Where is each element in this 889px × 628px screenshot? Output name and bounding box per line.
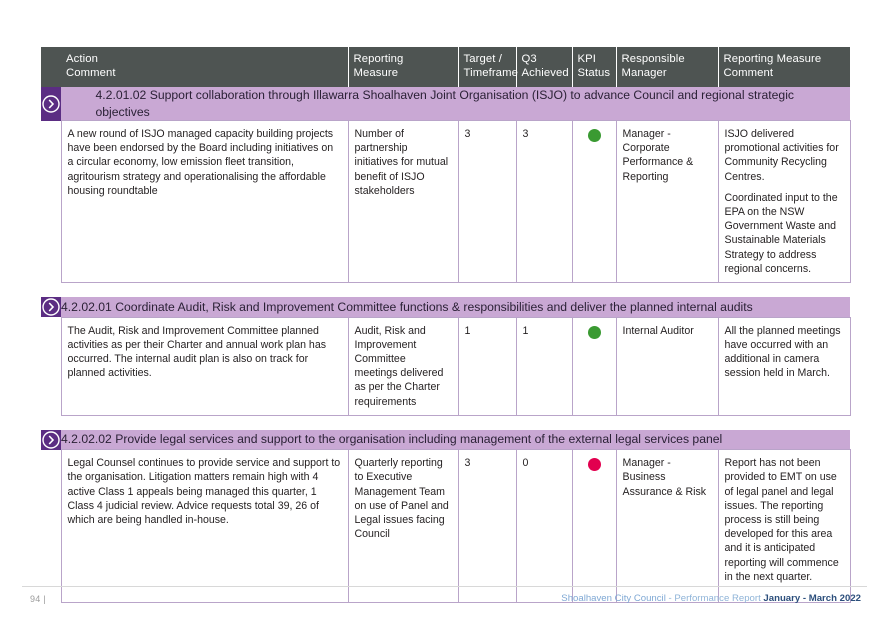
column-header-rm-comment-line2: Comment — [723, 66, 774, 79]
column-header-achieved: Achieved — [521, 66, 569, 79]
cell-kpi-status-0 — [571, 119, 617, 284]
column-header-reporting-measure: Reporting Measure — [347, 47, 458, 87]
section-spacer — [41, 282, 850, 298]
column-header-action-comment: Action Comment — [61, 47, 348, 87]
chevron-right-circle-icon — [42, 95, 60, 113]
chevron-right-circle-icon — [42, 431, 60, 449]
cell-action-comment-0: A new round of ISJO managed capacity bui… — [60, 119, 349, 284]
status-dot-red — [587, 458, 601, 472]
footer-page-number: 94 | — [30, 594, 47, 604]
section-spacer — [41, 415, 850, 430]
column-header-status: Status — [577, 66, 611, 79]
header-gutter — [41, 47, 61, 87]
cell-reporting-measure-comment-0: ISJO delivered promotional activities fo… — [717, 119, 851, 284]
row-gutter — [41, 317, 61, 416]
footer-period: January - March 2022 — [763, 593, 861, 604]
cell-responsible-manager-2: Manager - Business Assurance & Risk — [615, 449, 719, 604]
column-header-responsible-manager: Responsible Manager — [615, 47, 718, 87]
cell-reporting-measure-0: Number of partnership initiatives for mu… — [347, 119, 459, 284]
footer-report-label: Performance Report — [674, 593, 764, 604]
column-header-reporting: Reporting — [353, 53, 404, 65]
column-header-kpi: KPI — [577, 53, 597, 65]
table-row: A new round of ISJO managed capacity bui… — [41, 119, 851, 284]
cell-achieved-2: 0 — [515, 449, 573, 604]
cell-reporting-measure-1: Audit, Risk and Improvement Committee me… — [347, 316, 459, 416]
performance-report-table: Action Comment Reporting Measure Target … — [41, 47, 851, 604]
section-title-text-1: 4.2.02.01 Coordinate Audit, Risk and Imp… — [61, 299, 753, 314]
section-title-text-2: 4.2.02.02 Provide legal services and sup… — [61, 432, 723, 447]
column-header-target: Target / — [463, 53, 502, 65]
rm-comment-para-1: Report has not been provided to EMT on u… — [724, 457, 839, 583]
row-gutter — [41, 449, 61, 603]
column-header-comment: Comment — [66, 66, 116, 79]
status-dot-green — [587, 129, 601, 142]
cell-achieved-0: 3 — [515, 119, 573, 284]
section-expand-toggle-1[interactable] — [41, 297, 61, 318]
cell-reporting-measure-comment-1: All the planned meetings have occurred w… — [717, 316, 851, 416]
column-header-kpi-status: KPI Status — [571, 47, 616, 87]
cell-target-1: 1 — [457, 316, 517, 416]
column-header-target-timeframe: Target / Timeframe — [457, 47, 518, 87]
cell-kpi-status-2 — [571, 449, 617, 604]
column-header-measure: Measure — [353, 66, 399, 79]
cell-reporting-measure-2: Quarterly reporting to Executive Managem… — [347, 449, 459, 604]
column-header-responsible: Responsible — [621, 53, 685, 65]
footer-divider — [22, 586, 867, 587]
report-page: Action Comment Reporting Measure Target … — [0, 0, 889, 628]
section-expand-toggle-0[interactable] — [41, 87, 61, 121]
status-dot-green — [587, 325, 601, 339]
rm-comment-para-2: Coordinated input to the EPA on the NSW … — [724, 191, 838, 275]
column-header-rm-comment-line1: Reporting Measure — [723, 53, 822, 65]
row-gutter — [41, 120, 61, 283]
footer-meta: Shoalhaven City Council - Performance Re… — [561, 593, 861, 604]
cell-responsible-manager-0: Manager - Corporate Performance & Report… — [615, 119, 719, 284]
section-title-2: 4.2.02.02 Provide legal services and sup… — [61, 429, 850, 450]
rm-comment-para-1: ISJO delivered promotional activities fo… — [724, 128, 839, 183]
cell-achieved-1: 1 — [515, 316, 573, 416]
section-expand-toggle-2[interactable] — [41, 429, 61, 450]
section-banner-row: 4.2.01.02 Support collaboration through … — [41, 87, 850, 121]
column-header-q3-achieved: Q3 Achieved — [515, 47, 572, 87]
cell-target-2: 3 — [457, 449, 517, 604]
section-title-1: 4.2.02.01 Coordinate Audit, Risk and Imp… — [61, 297, 850, 318]
chevron-right-circle-icon — [42, 298, 60, 316]
section-banner-row: 4.2.02.01 Coordinate Audit, Risk and Imp… — [41, 297, 850, 318]
cell-responsible-manager-1: Internal Auditor — [615, 316, 719, 416]
table-row: Legal Counsel continues to provide servi… — [41, 449, 851, 604]
table-header-row: Action Comment Reporting Measure Target … — [41, 47, 850, 87]
cell-reporting-measure-comment-2: Report has not been provided to EMT on u… — [717, 449, 851, 604]
footer-org-name: Shoalhaven City Council — [561, 593, 666, 604]
column-header-reporting-measure-comment: Reporting Measure Comment — [717, 47, 850, 87]
column-header-q3: Q3 — [521, 53, 537, 65]
cell-action-comment-1: The Audit, Risk and Improvement Committe… — [60, 316, 349, 416]
column-header-timeframe: Timeframe — [463, 66, 518, 79]
rm-comment-para-1: All the planned meetings have occurred w… — [724, 324, 841, 380]
cell-kpi-status-1 — [571, 316, 617, 416]
section-banner-row: 4.2.02.02 Provide legal services and sup… — [41, 429, 850, 450]
section-title-text-0: 4.2.01.02 Support collaboration through … — [95, 88, 795, 119]
column-header-manager: Manager — [621, 66, 667, 79]
cell-action-comment-2: Legal Counsel continues to provide servi… — [60, 449, 349, 604]
cell-target-0: 3 — [457, 119, 517, 284]
section-title-0: 4.2.01.02 Support collaboration through … — [61, 87, 850, 121]
column-header-action: Action — [66, 53, 98, 65]
table-row: The Audit, Risk and Improvement Committe… — [41, 316, 851, 416]
